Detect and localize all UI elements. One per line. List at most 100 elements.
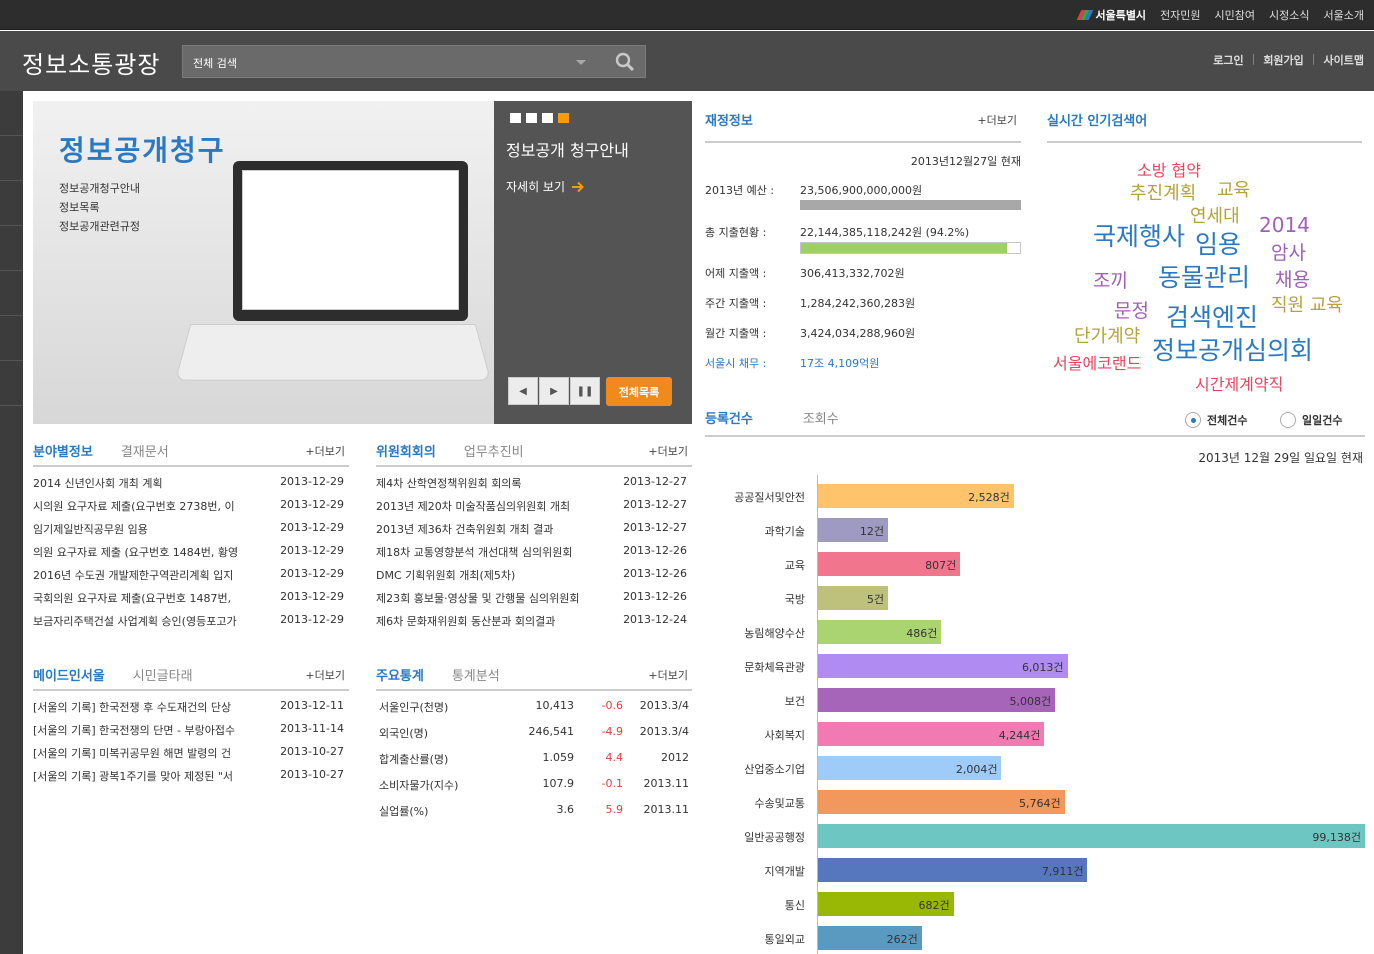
banner-link[interactable]: 정보공개청구안내 <box>59 179 140 198</box>
list-item-title[interactable]: 국회의원 요구자료 제출(요구번호 1487번, <box>33 590 258 606</box>
list-item[interactable]: [서울의 기록] 한국전쟁 후 수도재건의 단상 2013-12-11 <box>33 699 344 722</box>
tab-approval-docs[interactable]: 결재문서 <box>121 441 169 460</box>
radio-selected-icon[interactable] <box>1185 412 1201 428</box>
list-item-title[interactable]: 제6차 문화재위원회 동산분과 회의결과 <box>376 613 608 629</box>
list-item[interactable]: 의원 요구자료 제출 (요구번호 1484번, 황영 2013-12-29 <box>33 544 344 567</box>
keyword-link[interactable]: 서울에코랜드 <box>1053 356 1141 372</box>
stat-row[interactable]: 소비자물가(지수) 107.9 -0.1 2013.11 <box>376 777 689 803</box>
keyword-link[interactable]: 조끼 <box>1093 272 1128 291</box>
list-item-title[interactable]: 시의원 요구자료 제출(요구번호 2738번, 이 <box>33 498 258 514</box>
stat-row[interactable]: 외국인(명) 246,541 -4.9 2013.3/4 <box>376 725 689 751</box>
sitemap-link[interactable]: 사이트맵 <box>1324 52 1364 68</box>
list-item[interactable]: [서울의 기록] 한국전쟁의 단면 - 부랑아접수 2013-11-14 <box>33 722 344 745</box>
keyword-link[interactable]: 채용 <box>1275 271 1310 290</box>
keyword-link[interactable]: 2014 <box>1259 215 1310 235</box>
slide-dot[interactable] <box>526 113 537 123</box>
tab-registrations[interactable]: 등록건수 <box>705 408 753 427</box>
list-item-title[interactable]: [서울의 기록] 한국전쟁의 단면 - 부랑아접수 <box>33 722 258 738</box>
list-item[interactable]: 임기제일반직공무원 임용 2013-12-29 <box>33 521 344 544</box>
tab-committee[interactable]: 위원회회의 <box>376 441 436 460</box>
banner-link[interactable]: 정보공개관련규정 <box>59 217 140 236</box>
left-rail-item[interactable] <box>0 361 23 406</box>
left-rail-item[interactable] <box>0 181 23 226</box>
keyword-link[interactable]: 검색엔진 <box>1166 305 1258 330</box>
list-item[interactable]: 보금자리주택건설 사업계획 승인(영등포고가 2013-12-29 <box>33 613 344 636</box>
list-item-title[interactable]: 임기제일반직공무원 임용 <box>33 521 258 537</box>
banner-more-link[interactable]: 자세히 보기 <box>506 178 585 195</box>
left-rail-item[interactable] <box>0 91 23 136</box>
radio-daily-count[interactable]: 일일건수 <box>1280 412 1342 428</box>
radio-icon[interactable] <box>1280 412 1296 428</box>
list-item[interactable]: 제23회 홍보물·영상물 및 간행물 심의위원회 2013-12-26 <box>376 590 687 613</box>
next-icon[interactable]: ▶ <box>539 377 569 405</box>
list-item[interactable]: 국회의원 요구자료 제출(요구번호 1487번, 2013-12-29 <box>33 590 344 613</box>
banner-image[interactable]: 정보공개청구 정보공개청구안내 정보목록 정보공개관련규정 <box>33 101 494 424</box>
seoul-logo-link[interactable]: 서울특별시 <box>1077 7 1146 23</box>
keyword-link[interactable]: 소방 협약 <box>1137 163 1201 179</box>
slide-dot-active[interactable] <box>558 113 569 123</box>
list-item-title[interactable]: 의원 요구자료 제출 (요구번호 1484번, 황영 <box>33 544 258 560</box>
all-list-button[interactable]: 전체목록 <box>606 377 672 406</box>
tab-field-info[interactable]: 분야별정보 <box>33 441 93 460</box>
stat-label[interactable]: 서울인구(천명) <box>379 699 448 715</box>
top-link-about[interactable]: 서울소개 <box>1324 7 1364 23</box>
list-item-title[interactable]: 2016년 수도권 개발제한구역관리계획 입지 <box>33 567 258 583</box>
list-item[interactable]: 2014 신년인사회 개최 계획 2013-12-29 <box>33 475 344 498</box>
search-box[interactable]: 전체 검색 <box>182 45 646 78</box>
keyword-link[interactable]: 추진계획 <box>1130 185 1196 203</box>
list-item-title[interactable]: 2013년 제36차 건축위원회 개최 결과 <box>376 521 608 537</box>
left-rail-item[interactable] <box>0 136 23 181</box>
site-title[interactable]: 정보소통광장 <box>22 45 160 80</box>
slide-dot[interactable] <box>542 113 553 123</box>
left-rail-item[interactable] <box>0 226 23 271</box>
left-rail-item[interactable] <box>0 316 23 361</box>
keyword-link[interactable]: 문정 <box>1114 302 1149 321</box>
tab-views[interactable]: 조회수 <box>803 408 839 427</box>
list-item[interactable]: 제6차 문화재위원회 동산분과 회의결과 2013-12-24 <box>376 613 687 636</box>
field-info-more-link[interactable]: +더보기 <box>305 443 345 459</box>
keyword-link[interactable]: 정보공개심의회 <box>1152 338 1313 363</box>
login-link[interactable]: 로그인 <box>1213 52 1243 68</box>
tab-key-stats[interactable]: 주요통계 <box>376 665 424 684</box>
top-link-civil-service[interactable]: 전자민원 <box>1160 7 1200 23</box>
tab-citizen-posts[interactable]: 시민글타래 <box>133 665 193 684</box>
stat-row[interactable]: 서울인구(천명) 10,413 -0.6 2013.3/4 <box>376 699 689 725</box>
stats-more-link[interactable]: +더보기 <box>648 667 688 683</box>
top-link-news[interactable]: 시정소식 <box>1269 7 1309 23</box>
stat-label[interactable]: 합계출산률(명) <box>379 751 448 767</box>
keyword-link[interactable]: 동물관리 <box>1158 265 1250 290</box>
pause-icon[interactable]: ❚❚ <box>570 377 600 405</box>
stat-row[interactable]: 실업률(%) 3.6 5.9 2013.11 <box>376 803 689 829</box>
radio-all-count[interactable]: 전체건수 <box>1185 412 1247 428</box>
list-item[interactable]: 2013년 제20차 미술작품심의위원회 개최 2013-12-27 <box>376 498 687 521</box>
keyword-link[interactable]: 국제행사 <box>1093 224 1185 249</box>
left-rail-item[interactable] <box>0 271 23 316</box>
list-item-title[interactable]: 2013년 제20차 미술작품심의위원회 개최 <box>376 498 608 514</box>
search-input[interactable]: 전체 검색 <box>193 55 237 71</box>
list-item-title[interactable]: 2014 신년인사회 개최 계획 <box>33 475 258 491</box>
finance-value[interactable]: 17조 4,109억원 <box>800 355 879 371</box>
tab-made-in-seoul[interactable]: 메이드인서울 <box>33 665 105 684</box>
list-item-title[interactable]: [서울의 기록] 미복귀공무원 해면 발령의 건 <box>33 745 258 761</box>
signup-link[interactable]: 회원가입 <box>1263 52 1303 68</box>
keyword-link[interactable]: 임용 <box>1195 232 1241 257</box>
slide-dot[interactable] <box>510 113 521 123</box>
list-item-title[interactable]: DMC 기획위원회 개최(제5차) <box>376 567 608 583</box>
list-item[interactable]: 제4차 산학연정책위원회 회의록 2013-12-27 <box>376 475 687 498</box>
list-item-title[interactable]: [서울의 기록] 한국전쟁 후 수도재건의 단상 <box>33 699 258 715</box>
prev-icon[interactable]: ◀ <box>508 377 538 405</box>
list-item[interactable]: DMC 기획위원회 개최(제5차) 2013-12-26 <box>376 567 687 590</box>
keyword-link[interactable]: 암사 <box>1271 244 1306 263</box>
list-item[interactable]: 제18차 교통영향분석 개선대책 심의위원회 2013-12-26 <box>376 544 687 567</box>
keyword-link[interactable]: 시간제계약직 <box>1195 377 1283 393</box>
list-item-title[interactable]: 제4차 산학연정책위원회 회의록 <box>376 475 608 491</box>
search-icon[interactable] <box>615 52 635 72</box>
keyword-link[interactable]: 단가계약 <box>1074 328 1140 346</box>
top-link-participation[interactable]: 시민참여 <box>1215 7 1255 23</box>
tab-stats-analysis[interactable]: 통계분석 <box>452 665 500 684</box>
chevron-down-icon[interactable] <box>576 60 586 65</box>
finance-more-link[interactable]: +더보기 <box>977 112 1017 128</box>
made-in-seoul-more-link[interactable]: +더보기 <box>305 667 345 683</box>
stat-label[interactable]: 외국인(명) <box>379 725 428 741</box>
tab-expenses[interactable]: 업무추진비 <box>464 441 524 460</box>
